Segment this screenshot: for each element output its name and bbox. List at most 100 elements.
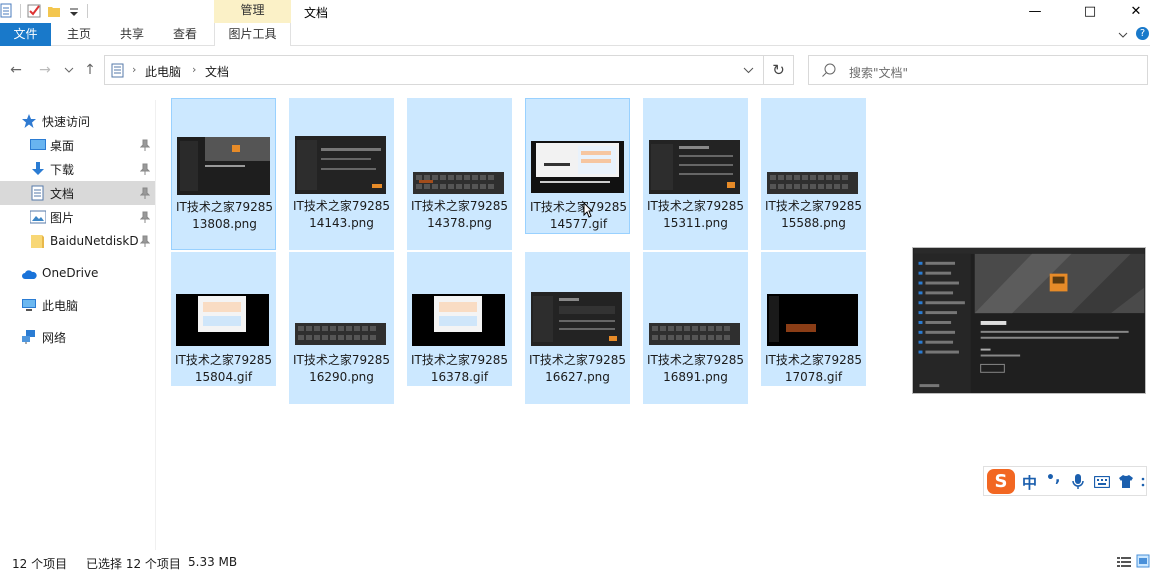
quick-access-toolbar: [0, 3, 88, 19]
network-icon: [22, 330, 35, 344]
computer-icon: [22, 299, 36, 311]
checkmark-icon[interactable]: [27, 3, 41, 19]
sidebar-item-documents[interactable]: 文档: [0, 181, 155, 205]
ribbon-tabs: 文件 主页 共享 查看 图片工具 ?: [0, 23, 1150, 46]
skin-shirt-icon[interactable]: [1118, 474, 1134, 489]
sidebar-item-quick-access[interactable]: 快速访问: [0, 109, 155, 133]
selection-size: 5.33 MB: [188, 555, 238, 569]
file-item[interactable]: IT技术之家7928514577.gif: [525, 98, 630, 234]
breadcrumb-separator-icon[interactable]: ›: [192, 63, 196, 76]
file-name: IT技术之家7928514378.png: [410, 199, 509, 230]
sogou-logo-icon[interactable]: S: [987, 469, 1015, 494]
sidebar-item-onedrive[interactable]: OneDrive: [0, 261, 155, 285]
search-placeholder: 搜索"文档": [849, 66, 909, 80]
file-item[interactable]: IT技术之家7928515311.png: [643, 98, 748, 250]
pin-icon[interactable]: [140, 211, 150, 223]
ime-language-toggle[interactable]: 中: [1022, 472, 1037, 493]
tab-file[interactable]: 文件: [0, 23, 51, 46]
up-arrow-icon[interactable]: ↑: [81, 61, 99, 79]
preview-pane-image: [912, 247, 1146, 394]
image-thumbnail: [177, 137, 270, 195]
window-title: 文档: [304, 6, 329, 20]
image-thumbnail: [295, 323, 386, 345]
document-location-icon: [111, 63, 124, 78]
folder-icon: [31, 235, 44, 248]
chevron-down-icon[interactable]: [1118, 31, 1128, 39]
close-button[interactable]: ✕: [1113, 0, 1150, 23]
refresh-button[interactable]: ↻: [764, 55, 794, 85]
breadcrumb-this-pc[interactable]: 此电脑: [145, 63, 181, 80]
customize-toolbar-icon[interactable]: [67, 3, 81, 19]
maximize-button[interactable]: □: [1067, 0, 1113, 23]
help-icon[interactable]: ?: [1136, 27, 1149, 40]
file-name: IT技术之家7928513808.png: [175, 200, 274, 231]
address-bar[interactable]: › 此电脑 › 文档: [104, 55, 764, 85]
minimize-button[interactable]: —: [1012, 0, 1058, 23]
file-item[interactable]: IT技术之家7928514143.png: [289, 98, 394, 250]
file-item[interactable]: IT技术之家7928516290.png: [289, 252, 394, 404]
file-item[interactable]: IT技术之家7928515804.gif: [171, 252, 276, 386]
breadcrumb-separator-icon[interactable]: ›: [132, 63, 136, 76]
file-name: IT技术之家7928515804.gif: [174, 353, 273, 384]
address-dropdown-icon[interactable]: [743, 67, 754, 74]
file-item[interactable]: IT技术之家7928513808.png: [171, 98, 276, 250]
breadcrumb-documents[interactable]: 文档: [205, 63, 229, 80]
file-item[interactable]: IT技术之家7928517078.gif: [761, 252, 866, 386]
sidebar-item-baidunetdisk[interactable]: BaiduNetdiskD: [0, 229, 155, 253]
image-thumbnail: [767, 294, 858, 346]
properties-icon[interactable]: [0, 3, 14, 19]
item-count: 12 个项目: [12, 557, 68, 571]
sidebar-item-network[interactable]: 网络: [0, 325, 155, 349]
tab-view[interactable]: 查看: [162, 23, 208, 46]
forward-arrow-icon[interactable]: →: [36, 61, 54, 79]
microphone-icon[interactable]: [1072, 474, 1084, 490]
mouse-cursor-icon: [583, 202, 593, 218]
file-item[interactable]: IT技术之家7928516627.png: [525, 252, 630, 404]
details-view-icon[interactable]: [1116, 555, 1132, 569]
sidebar-item-pictures[interactable]: 图片: [0, 205, 155, 229]
sidebar-item-desktop[interactable]: 桌面: [0, 133, 155, 157]
more-options-icon[interactable]: [1139, 477, 1147, 487]
recent-locations-chevron-icon[interactable]: [64, 67, 74, 74]
status-bar: 12 个项目 已选择 12 个项目 5.33 MB: [0, 551, 1150, 571]
file-name: IT技术之家7928516378.gif: [410, 353, 509, 384]
image-thumbnail: [413, 172, 504, 194]
image-thumbnail: [295, 136, 386, 194]
sidebar-item-downloads[interactable]: 下载: [0, 157, 155, 181]
file-item[interactable]: IT技术之家7928516891.png: [643, 252, 748, 404]
cloud-icon: [22, 270, 37, 279]
image-thumbnail: [531, 141, 624, 193]
image-thumbnail: [649, 323, 740, 345]
ime-punctuation-toggle[interactable]: •,: [1046, 470, 1060, 486]
file-item[interactable]: IT技术之家7928515588.png: [761, 98, 866, 250]
image-thumbnail: [649, 140, 740, 194]
download-icon: [32, 162, 44, 175]
tab-home[interactable]: 主页: [56, 23, 102, 46]
pin-icon[interactable]: [140, 187, 150, 199]
title-bar: 管理 文档 — □ ✕: [0, 0, 1150, 23]
keyboard-icon[interactable]: [1094, 476, 1110, 488]
ime-toolbar: S 中 •,: [983, 466, 1147, 496]
file-item[interactable]: IT技术之家7928514378.png: [407, 98, 512, 250]
navigation-pane: 快速访问 桌面 下载 文档 图片 BaiduNetdiskD OneDrive …: [0, 100, 156, 550]
tab-picture-tools[interactable]: 图片工具: [214, 23, 291, 46]
tab-share[interactable]: 共享: [109, 23, 155, 46]
pin-icon[interactable]: [140, 163, 150, 175]
pin-icon[interactable]: [140, 139, 150, 151]
new-folder-icon[interactable]: [47, 3, 61, 19]
search-input[interactable]: 搜索"文档": [808, 55, 1148, 85]
desktop-icon: [30, 139, 46, 150]
image-thumbnail: [767, 172, 858, 194]
navigation-bar: ← → ↑ › 此电脑 › 文档 ↻ 搜索"文档": [0, 53, 1150, 89]
file-name: IT技术之家7928515311.png: [646, 199, 745, 230]
file-name: IT技术之家7928516627.png: [528, 353, 627, 384]
pin-icon[interactable]: [140, 235, 150, 247]
search-icon: [822, 63, 836, 77]
manage-context-tab[interactable]: 管理: [214, 0, 291, 23]
file-name: IT技术之家7928517078.gif: [764, 353, 863, 384]
large-icons-view-icon[interactable]: [1136, 554, 1150, 569]
file-item[interactable]: IT技术之家7928516378.gif: [407, 252, 512, 386]
file-name: IT技术之家7928516891.png: [646, 353, 745, 384]
sidebar-item-this-pc[interactable]: 此电脑: [0, 293, 155, 317]
back-arrow-icon[interactable]: ←: [7, 61, 25, 79]
